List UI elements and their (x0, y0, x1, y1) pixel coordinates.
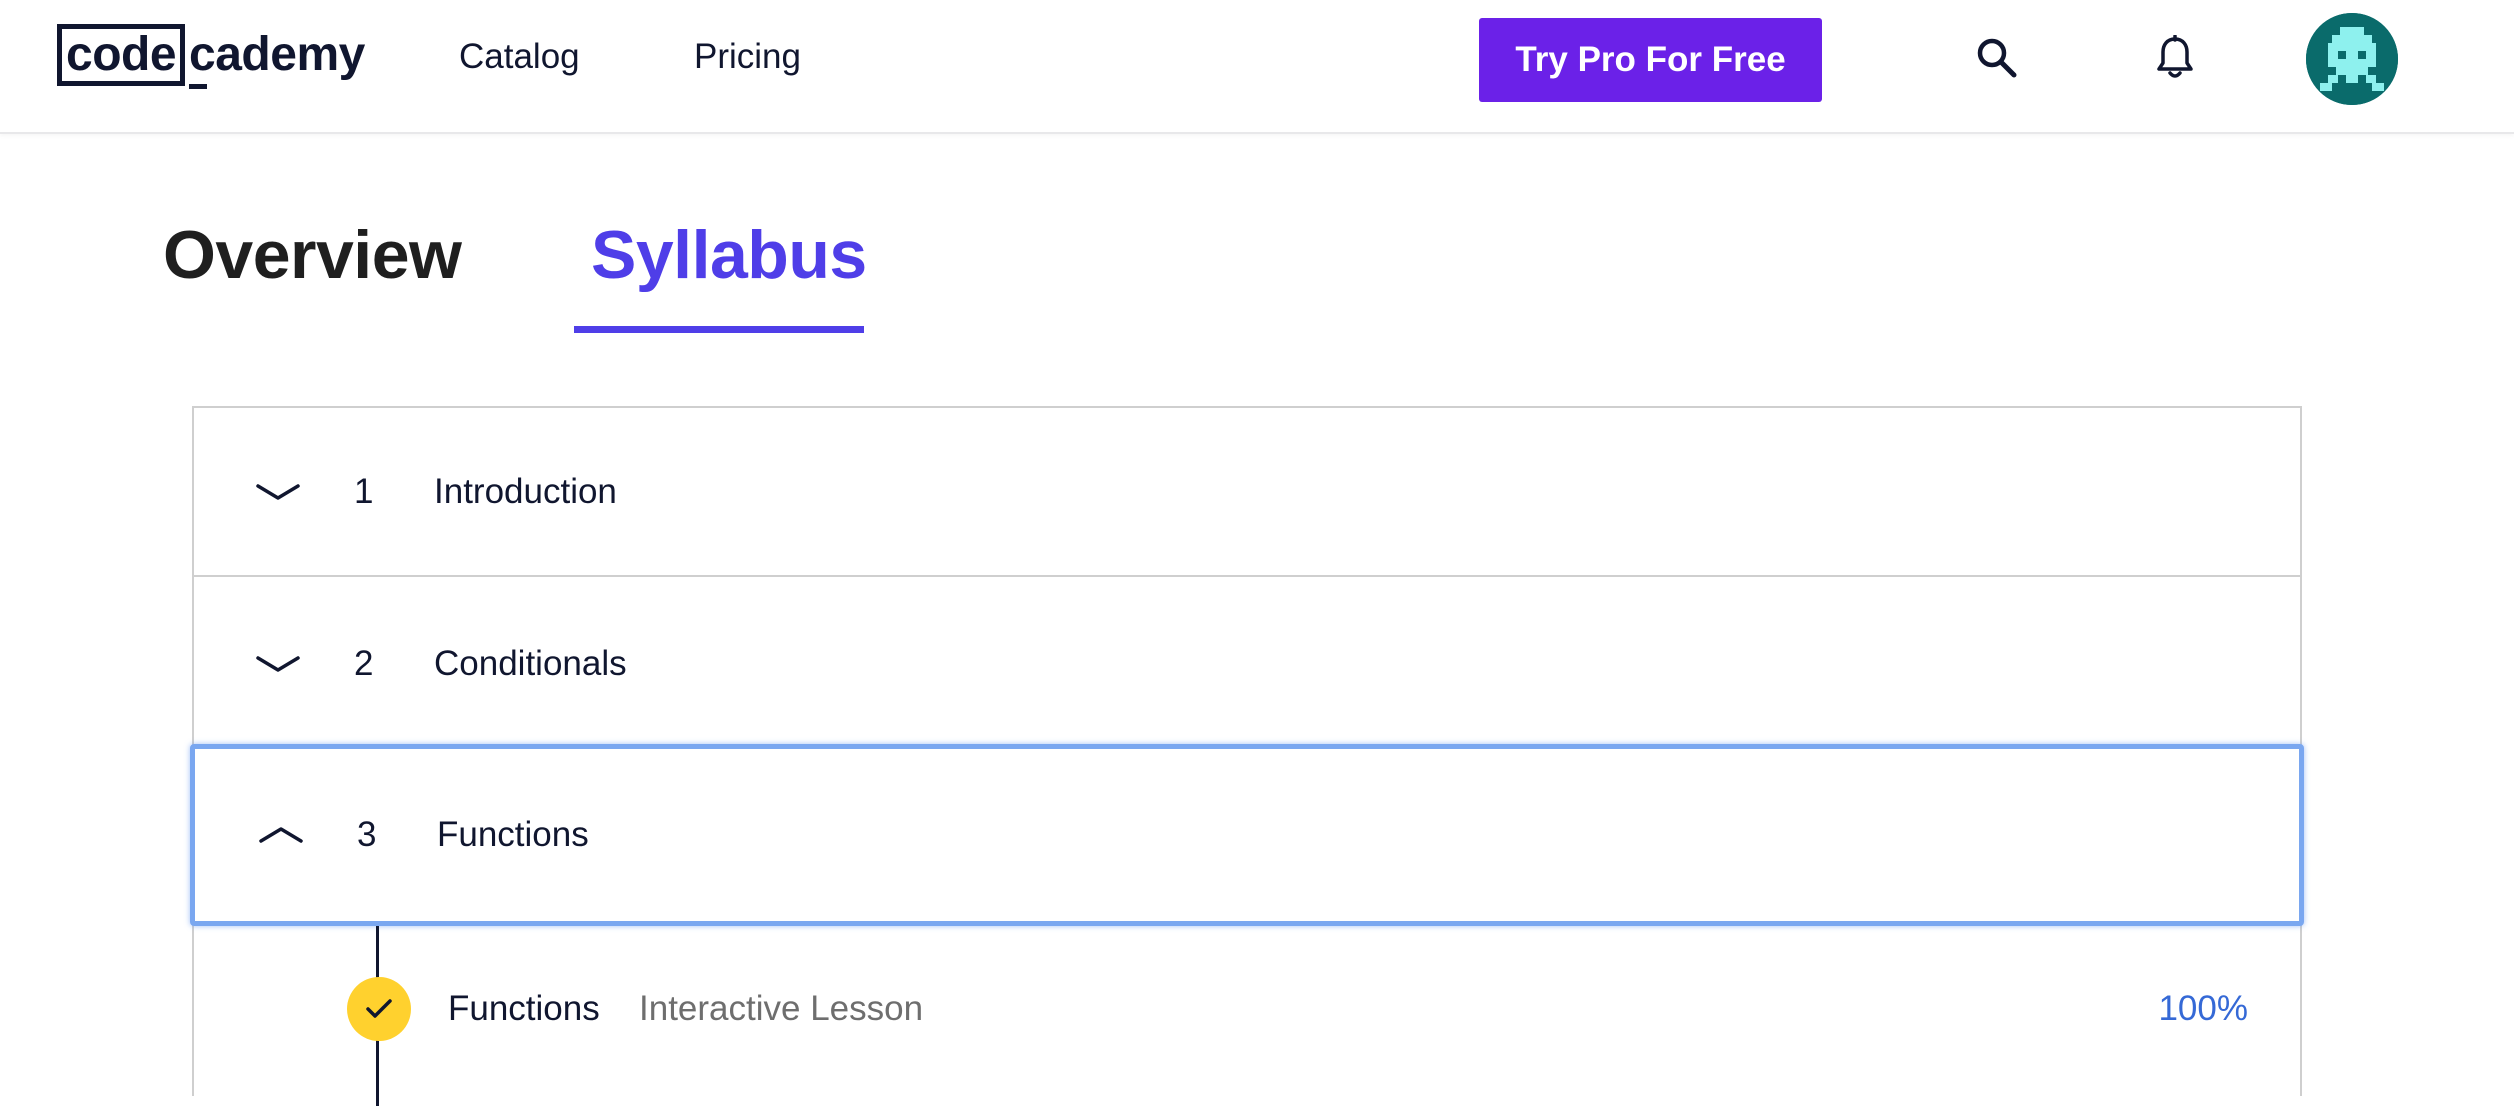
lesson-row-functions[interactable]: Functions Interactive Lesson 100% (194, 926, 2300, 1091)
search-icon (1977, 38, 2017, 78)
lesson-type: Interactive Lesson (639, 988, 924, 1028)
module-title: Introduction (434, 471, 617, 511)
logo-box: code (57, 24, 186, 86)
active-tab-indicator (574, 326, 864, 333)
module-title: Conditionals (434, 643, 627, 683)
tab-syllabus[interactable]: Syllabus (591, 213, 867, 297)
module-number: 2 (354, 643, 374, 683)
notifications-button[interactable] (2147, 30, 2203, 86)
user-avatar[interactable] (2306, 13, 2398, 105)
chevron-down-icon (256, 655, 300, 672)
pixel-robot-avatar-icon (2306, 13, 2398, 105)
lesson-complete-badge (347, 976, 411, 1041)
module-row-conditionals[interactable]: 2 Conditionals (194, 579, 2300, 748)
module-number: 3 (357, 815, 377, 854)
logo-text-part1: code (66, 28, 177, 81)
checkmark-icon (366, 998, 392, 1018)
module-number: 1 (354, 471, 374, 511)
codecademy-logo[interactable]: code cademy (57, 22, 365, 89)
bell-icon (2157, 35, 2193, 78)
module-row-functions[interactable]: 3 Functions (190, 744, 2304, 926)
logo-cursor (189, 84, 208, 89)
tab-overview[interactable]: Overview (163, 213, 462, 297)
module-title: Functions (437, 815, 589, 854)
nav-catalog-link[interactable]: Catalog (459, 34, 580, 80)
try-pro-button[interactable]: Try Pro For Free (1479, 18, 1822, 102)
chevron-up-icon (259, 827, 303, 843)
lesson-progress: 100% (2158, 988, 2248, 1028)
lesson-title: Functions (448, 988, 600, 1028)
search-button[interactable] (1969, 30, 2025, 86)
logo-text-part2: cademy (189, 28, 365, 81)
module-row-introduction[interactable]: 1 Introduction (194, 408, 2300, 577)
nav-pricing-link[interactable]: Pricing (694, 34, 801, 80)
syllabus-list: 1 Introduction 2 Conditionals 3 Function… (190, 406, 2304, 1106)
top-nav-bar: code cademy Catalog Pricing Try Pro For F… (0, 0, 2514, 134)
chevron-down-icon (256, 483, 300, 500)
